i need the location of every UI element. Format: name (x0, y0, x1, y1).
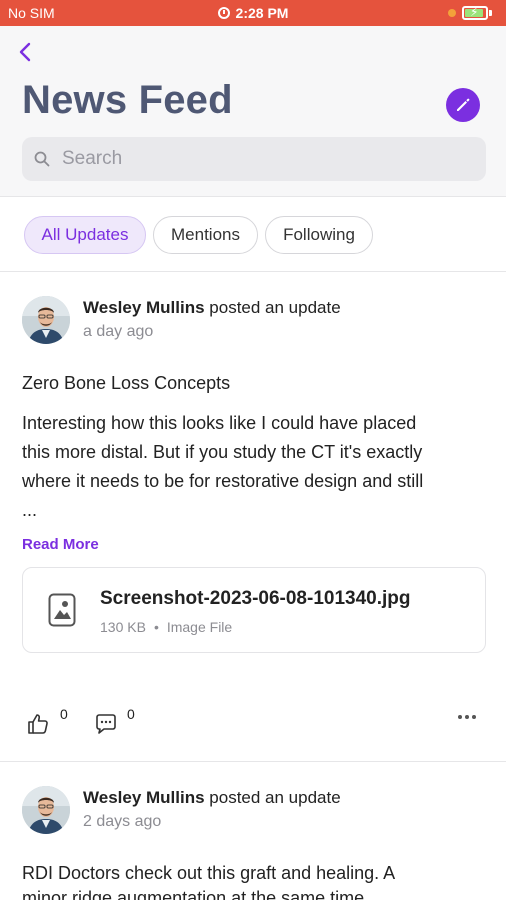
avatar-photo (22, 786, 70, 834)
search-input[interactable] (62, 145, 472, 173)
chevron-left-icon (19, 42, 31, 62)
post-body-line: Interesting how this looks like I could … (22, 413, 417, 433)
filter-mentions[interactable]: Mentions (153, 216, 258, 254)
filter-tabs: All Updates Mentions Following (0, 197, 506, 272)
post-action: posted an update (204, 788, 341, 807)
page-title: News Feed (22, 78, 233, 122)
post-timestamp: a day ago (83, 323, 154, 340)
feed-post: Wesley Mullins posted an update a day ag… (0, 272, 506, 762)
post-body-line: ... (22, 500, 38, 520)
meta-separator: • (153, 619, 159, 635)
more-options-icon[interactable] (456, 712, 478, 722)
post-body-line: this more distal. But if you study the C… (22, 442, 423, 462)
avatar[interactable] (22, 296, 70, 344)
avatar[interactable] (22, 786, 70, 834)
time-label: 2:28 PM (235, 5, 289, 21)
header: News Feed (0, 26, 506, 197)
attachment-size: 130 KB (100, 619, 146, 635)
charging-icon: ⚡ (470, 5, 479, 19)
comment-count: 0 (127, 706, 135, 722)
search-icon (34, 151, 50, 167)
compose-button[interactable] (446, 88, 480, 122)
search-bar[interactable] (22, 137, 486, 181)
attachment-meta: 130 KB • Image File (100, 619, 232, 635)
post-author-line: Wesley Mullins posted an update (83, 298, 341, 318)
post-timestamp: 2 days ago (83, 813, 162, 830)
battery-cap (489, 10, 492, 16)
post-body-line: where it needs to be for restorative des… (22, 471, 424, 491)
privacy-dot-icon (448, 9, 456, 17)
status-right: ⚡ (448, 5, 498, 21)
back-button[interactable] (14, 38, 38, 66)
post-body: Interesting how this looks like I could … (22, 409, 492, 525)
pencil-icon (457, 98, 470, 111)
author-name[interactable]: Wesley Mullins (83, 788, 205, 807)
attachment-type: Image File (166, 619, 233, 635)
post-actions: 0 0 (0, 704, 506, 744)
thumbs-up-icon[interactable] (26, 712, 50, 736)
author-name[interactable]: Wesley Mullins (83, 298, 205, 317)
attachment-card[interactable]: Screenshot-2023-06-08-101340.jpg 130 KB •… (22, 567, 486, 653)
read-more-link[interactable]: Read More (22, 536, 99, 553)
status-time: 2:28 PM (0, 5, 506, 21)
comment-icon[interactable] (94, 712, 118, 736)
attachment-filename: Screenshot-2023-06-08-101340.jpg (100, 588, 411, 609)
post-action: posted an update (204, 298, 341, 317)
post-title: Zero Bone Loss Concepts (22, 373, 231, 393)
feed-post: Wesley Mullins posted an update 2 days a… (0, 762, 506, 900)
filter-following[interactable]: Following (265, 216, 373, 254)
alarm-icon (217, 7, 230, 19)
post-body-line: minor ridge augmentation at the same tim… (22, 888, 365, 900)
post-author-line: Wesley Mullins posted an update (83, 788, 341, 808)
image-file-icon (48, 593, 76, 627)
filter-all-updates[interactable]: All Updates (24, 216, 146, 254)
like-count: 0 (60, 706, 68, 722)
status-bar: No SIM 2:28 PM ⚡ (0, 0, 506, 26)
post-title: RDI Doctors check out this graft and hea… (22, 863, 396, 883)
post-body: minor ridge augmentation at the same tim… (22, 884, 492, 900)
avatar-photo (22, 296, 70, 344)
